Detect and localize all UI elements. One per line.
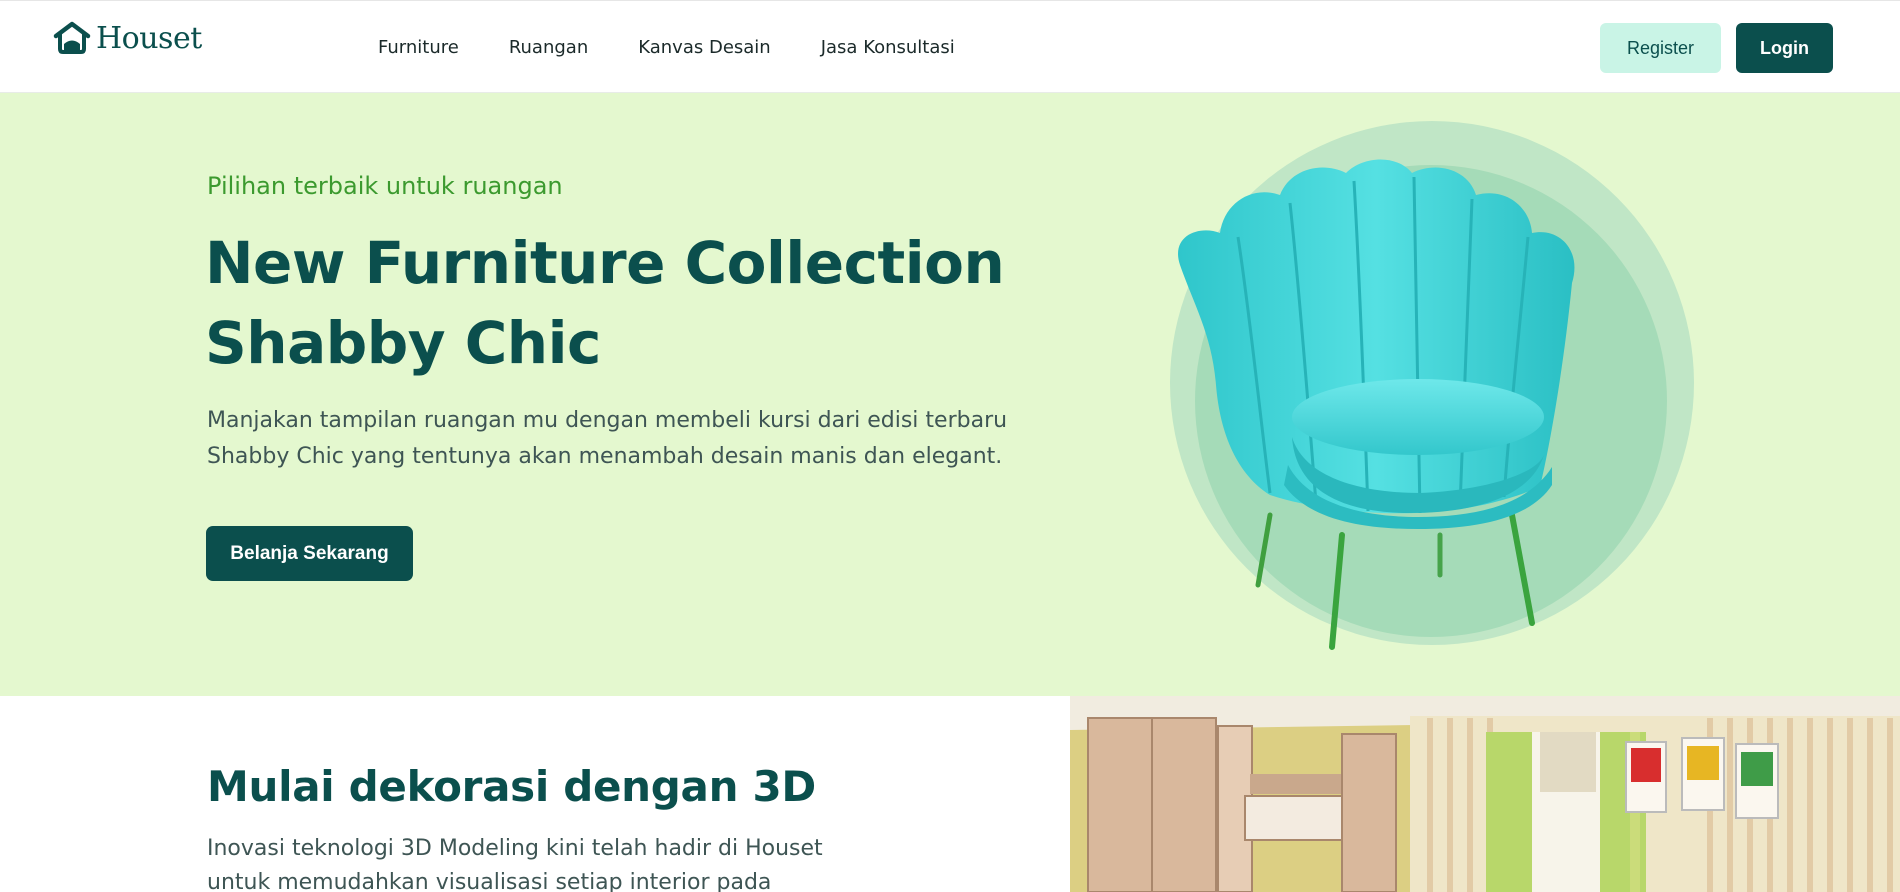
login-button[interactable]: Login — [1736, 23, 1833, 73]
section-description: Inovasi teknologi 3D Modeling kini telah… — [207, 836, 823, 892]
shop-now-button[interactable]: Belanja Sekarang — [206, 526, 413, 581]
house-logo-icon — [53, 21, 91, 54]
hero-chair-image — [1170, 121, 1694, 650]
nav-item-furniture[interactable]: Furniture — [378, 37, 459, 58]
decor-3d-section: Mulai dekorasi dengan 3D Inovasi teknolo… — [0, 696, 1900, 892]
hero-eyebrow: Pilihan terbaik untuk ruangan — [207, 172, 563, 200]
hero-description: Manjakan tampilan ruangan mu dengan memb… — [207, 408, 1008, 469]
brand-logo[interactable]: Houset — [52, 19, 202, 57]
brand-name: Houset — [96, 20, 202, 56]
section-title: Mulai dekorasi dengan 3D — [207, 762, 816, 811]
nav-item-kanvas-desain[interactable]: Kanvas Desain — [638, 37, 770, 58]
hero-section: Pilihan terbaik untuk ruangan New Furnit… — [0, 93, 1900, 696]
nav-item-ruangan[interactable]: Ruangan — [509, 37, 588, 58]
room-interior-image — [1070, 696, 1900, 892]
main-nav: Furniture Ruangan Kanvas Desain Jasa Kon… — [378, 37, 1005, 58]
hero-title: New Furniture Collection Shabby Chic — [205, 229, 1005, 377]
nav-item-jasa-konsultasi[interactable]: Jasa Konsultasi — [821, 37, 955, 58]
register-button[interactable]: Register — [1600, 23, 1721, 73]
navbar: Houset Furniture Ruangan Kanvas Desain J… — [0, 0, 1900, 93]
